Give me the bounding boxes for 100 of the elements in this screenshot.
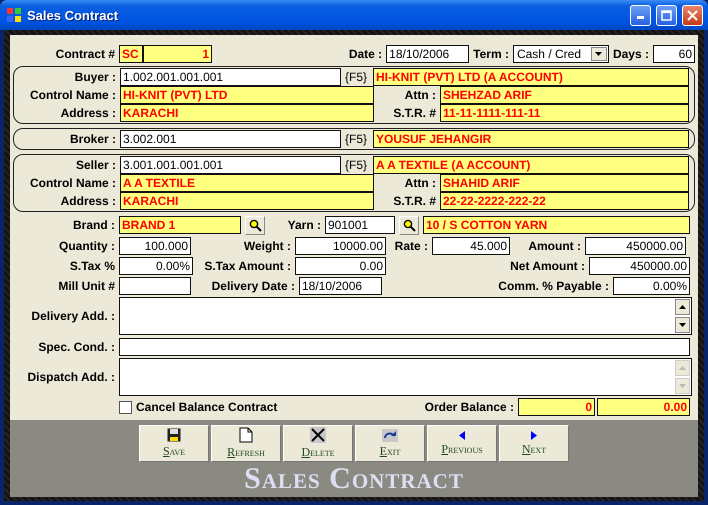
window-title: Sales Contract: [27, 8, 120, 22]
conditions-field[interactable]: [119, 338, 690, 356]
contract-number-field[interactable]: 1: [143, 45, 212, 63]
minimize-button[interactable]: [630, 4, 651, 26]
str-field[interactable]: 11-11-1111-111-11: [440, 104, 689, 122]
date-field[interactable]: 18/10/2006: [386, 45, 470, 63]
toolbar-button[interactable]: Exit: [355, 425, 425, 462]
tax-percent-field[interactable]: 0.00%: [119, 257, 193, 275]
address-textarea[interactable]: [119, 297, 692, 335]
field-label: Weight :: [242, 239, 291, 253]
magnifier-icon: [402, 218, 416, 232]
magnifier-icon: [248, 218, 262, 232]
scrollbar[interactable]: [674, 298, 691, 334]
field-label: Net Amount :: [510, 259, 585, 273]
weight-field[interactable]: 10000.00: [295, 237, 386, 255]
up-arrow-icon: [679, 305, 686, 309]
attn-field[interactable]: SHEHZAD ARIF: [440, 86, 689, 104]
account-name-field[interactable]: HI-KNIT (PVT) LTD (A ACCOUNT): [373, 68, 689, 86]
account-code-field[interactable]: 1.002.001.001.001: [120, 68, 341, 86]
field-label: Control Name :: [28, 176, 116, 190]
field-label: Address :: [60, 106, 116, 120]
shortcut-hint: {F5}: [345, 70, 368, 84]
amount-field[interactable]: 450000.00: [585, 237, 686, 255]
control-name-field[interactable]: HI-KNIT (PVT) LTD: [120, 86, 374, 104]
address-field[interactable]: KARACHI: [120, 192, 374, 210]
field-label: Days :: [612, 47, 649, 61]
account-name-field[interactable]: YOUSUF JEHANGIR: [373, 130, 689, 148]
toolbar-button[interactable]: Refresh: [211, 425, 281, 462]
left-triangle-icon: [459, 430, 465, 440]
toolbar-button[interactable]: Next: [499, 425, 569, 462]
balance-value-field[interactable]: 0.00: [597, 398, 690, 416]
form-title: Sales Contract: [244, 462, 464, 496]
field-label: Date :: [348, 47, 382, 61]
field-label: Quantity :: [58, 239, 115, 253]
rate-field[interactable]: 45.000: [432, 237, 510, 255]
field-label: S.Tax Amount :: [203, 259, 291, 273]
field-label: Order Balance :: [424, 400, 514, 414]
field-label: Brand :: [72, 218, 115, 232]
field-label: Buyer :: [74, 70, 116, 84]
close-button[interactable]: [682, 4, 703, 26]
page-icon: [239, 427, 253, 443]
cross-icon: [310, 427, 326, 443]
net-amount-field[interactable]: 450000.00: [589, 257, 690, 275]
control-name-field[interactable]: A A TEXTILE: [120, 174, 374, 192]
quantity-field[interactable]: 100.000: [119, 237, 191, 255]
toolbar-button[interactable]: Save: [139, 425, 209, 462]
days-field[interactable]: 60: [653, 45, 695, 63]
down-arrow-icon: [679, 323, 686, 327]
maximize-button[interactable]: [656, 4, 677, 26]
field-label: Delivery Date :: [210, 279, 295, 293]
yarn-code-field[interactable]: 901001: [325, 216, 395, 234]
toolbar-button[interactable]: Previous: [427, 425, 497, 462]
balance-quantity-field[interactable]: 0: [518, 398, 595, 416]
toolbar-button[interactable]: Delete: [283, 425, 353, 462]
field-label: Dispatch Add. :: [26, 370, 115, 384]
field-label: Delivery Add. :: [30, 309, 115, 323]
address-field[interactable]: KARACHI: [120, 104, 374, 122]
contract-prefix-field[interactable]: SC: [119, 45, 143, 63]
up-arrow-icon: [679, 366, 686, 370]
account-name-field[interactable]: A A TEXTILE (A ACCOUNT): [373, 156, 689, 174]
account-code-field[interactable]: 3.001.001.001.001: [120, 156, 341, 174]
address-textarea[interactable]: [119, 358, 692, 396]
app-icon: [6, 7, 22, 23]
maximize-icon: [661, 10, 672, 20]
tax-amount-field[interactable]: 0.00: [295, 257, 386, 275]
delivery-date-field[interactable]: 18/10/2006: [299, 277, 382, 295]
field-label: Address :: [60, 194, 116, 208]
field-label: S.T.R. #: [392, 194, 436, 208]
mill-unit-field[interactable]: [119, 277, 191, 295]
field-label: Mill Unit #: [57, 279, 115, 293]
field-label: Attn :: [404, 176, 436, 190]
brand-field[interactable]: BRAND 1: [119, 216, 241, 234]
str-field[interactable]: 22-22-2222-222-22: [440, 192, 689, 210]
field-label: Contract #: [54, 47, 115, 61]
close-icon: [687, 10, 698, 20]
attn-field[interactable]: SHAHID ARIF: [440, 174, 689, 192]
down-arrow-icon: [679, 384, 686, 388]
field-label: Term :: [473, 47, 509, 61]
field-label: S.T.R. #: [392, 106, 436, 120]
shortcut-hint: {F5}: [345, 158, 368, 172]
right-triangle-icon: [531, 430, 537, 440]
checkbox-label: Cancel Balance Contract: [136, 400, 278, 414]
field-label: Attn :: [404, 88, 436, 102]
account-code-field[interactable]: 3.002.001: [120, 130, 341, 148]
field-label: S.Tax %: [68, 259, 115, 273]
commission-field[interactable]: 0.00%: [613, 277, 690, 295]
field-label: Seller :: [74, 158, 116, 172]
yarn-name-field[interactable]: 10 / S COTTON YARN: [423, 216, 690, 234]
search-button[interactable]: [399, 216, 419, 234]
field-label: Yarn :: [286, 218, 321, 232]
field-label: Broker :: [68, 132, 116, 146]
field-label: Amount :: [527, 239, 581, 253]
term-dropdown[interactable]: Cash / Cred: [512, 45, 609, 63]
cancel-checkbox[interactable]: [119, 400, 132, 414]
field-label: Spec. Cond. :: [37, 340, 115, 354]
field-label: Control Name :: [28, 88, 116, 102]
field-label: Rate :: [394, 239, 428, 253]
field-label: Comm. % Payable :: [498, 279, 609, 293]
search-button[interactable]: [245, 216, 265, 234]
shortcut-hint: {F5}: [345, 132, 368, 146]
